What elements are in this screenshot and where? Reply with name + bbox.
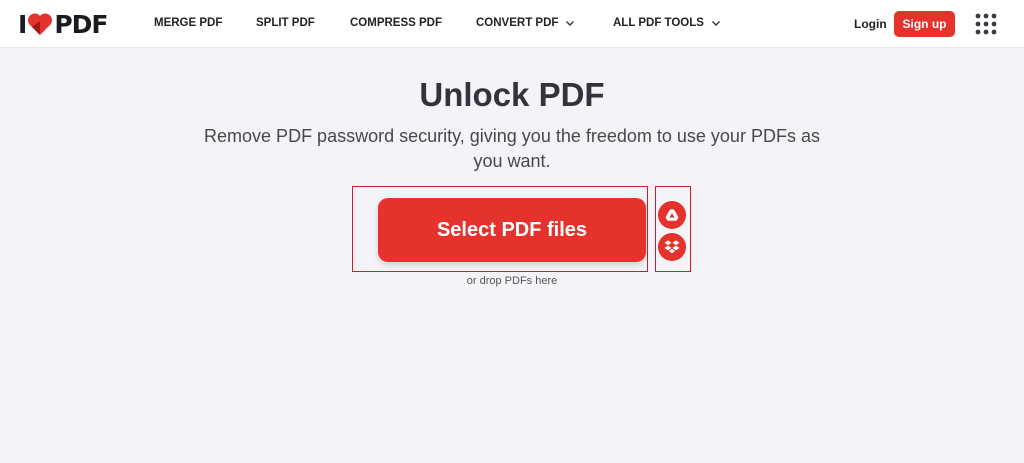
- nav-merge-pdf[interactable]: MERGE PDF: [154, 17, 222, 29]
- page-title: Unlock PDF: [419, 76, 605, 113]
- chevron-down-icon: [566, 21, 575, 26]
- subtitle-line: Remove PDF password security, giving you…: [204, 126, 820, 146]
- drop-hint-text: or drop PDFs here: [466, 275, 558, 287]
- ilovepdf-logo[interactable]: I PDF: [18, 9, 108, 39]
- heart-icon: [28, 13, 53, 35]
- nav-label: MERGE PDF: [154, 17, 223, 29]
- page-subtitle: Remove PDF password security, giving you…: [192, 124, 832, 174]
- top-navigation-bar: I PDF MERGE PDF SPLIT PDF COMPRESS PDF C…: [0, 0, 1024, 48]
- chevron-down-icon: [711, 21, 720, 26]
- dropbox-icon: [664, 240, 680, 254]
- nav-split-pdf[interactable]: SPLIT PDF: [256, 17, 315, 29]
- grid-icon[interactable]: [975, 13, 997, 35]
- dropbox-button[interactable]: [658, 233, 686, 261]
- nav-all-pdf-tools[interactable]: ALL PDF TOOLS: [613, 17, 721, 29]
- logo-wordmark: PDF: [54, 9, 108, 39]
- google-drive-icon: [665, 209, 679, 221]
- nav-label: COMPRESS PDF: [350, 17, 443, 29]
- signup-button[interactable]: Sign up: [894, 11, 955, 37]
- nav-convert-pdf[interactable]: CONVERT PDF: [476, 17, 575, 29]
- logo-letter: I: [18, 9, 27, 39]
- nav-label: CONVERT PDF: [476, 17, 559, 29]
- nav-label: ALL PDF TOOLS: [613, 17, 704, 29]
- subtitle-line: you want.: [473, 151, 551, 171]
- login-link[interactable]: Login: [854, 17, 887, 31]
- select-pdf-files-button[interactable]: Select PDF files: [378, 198, 646, 262]
- google-drive-button[interactable]: [658, 201, 686, 229]
- nav-compress-pdf[interactable]: COMPRESS PDF: [350, 17, 442, 29]
- nav-label: SPLIT PDF: [256, 17, 315, 29]
